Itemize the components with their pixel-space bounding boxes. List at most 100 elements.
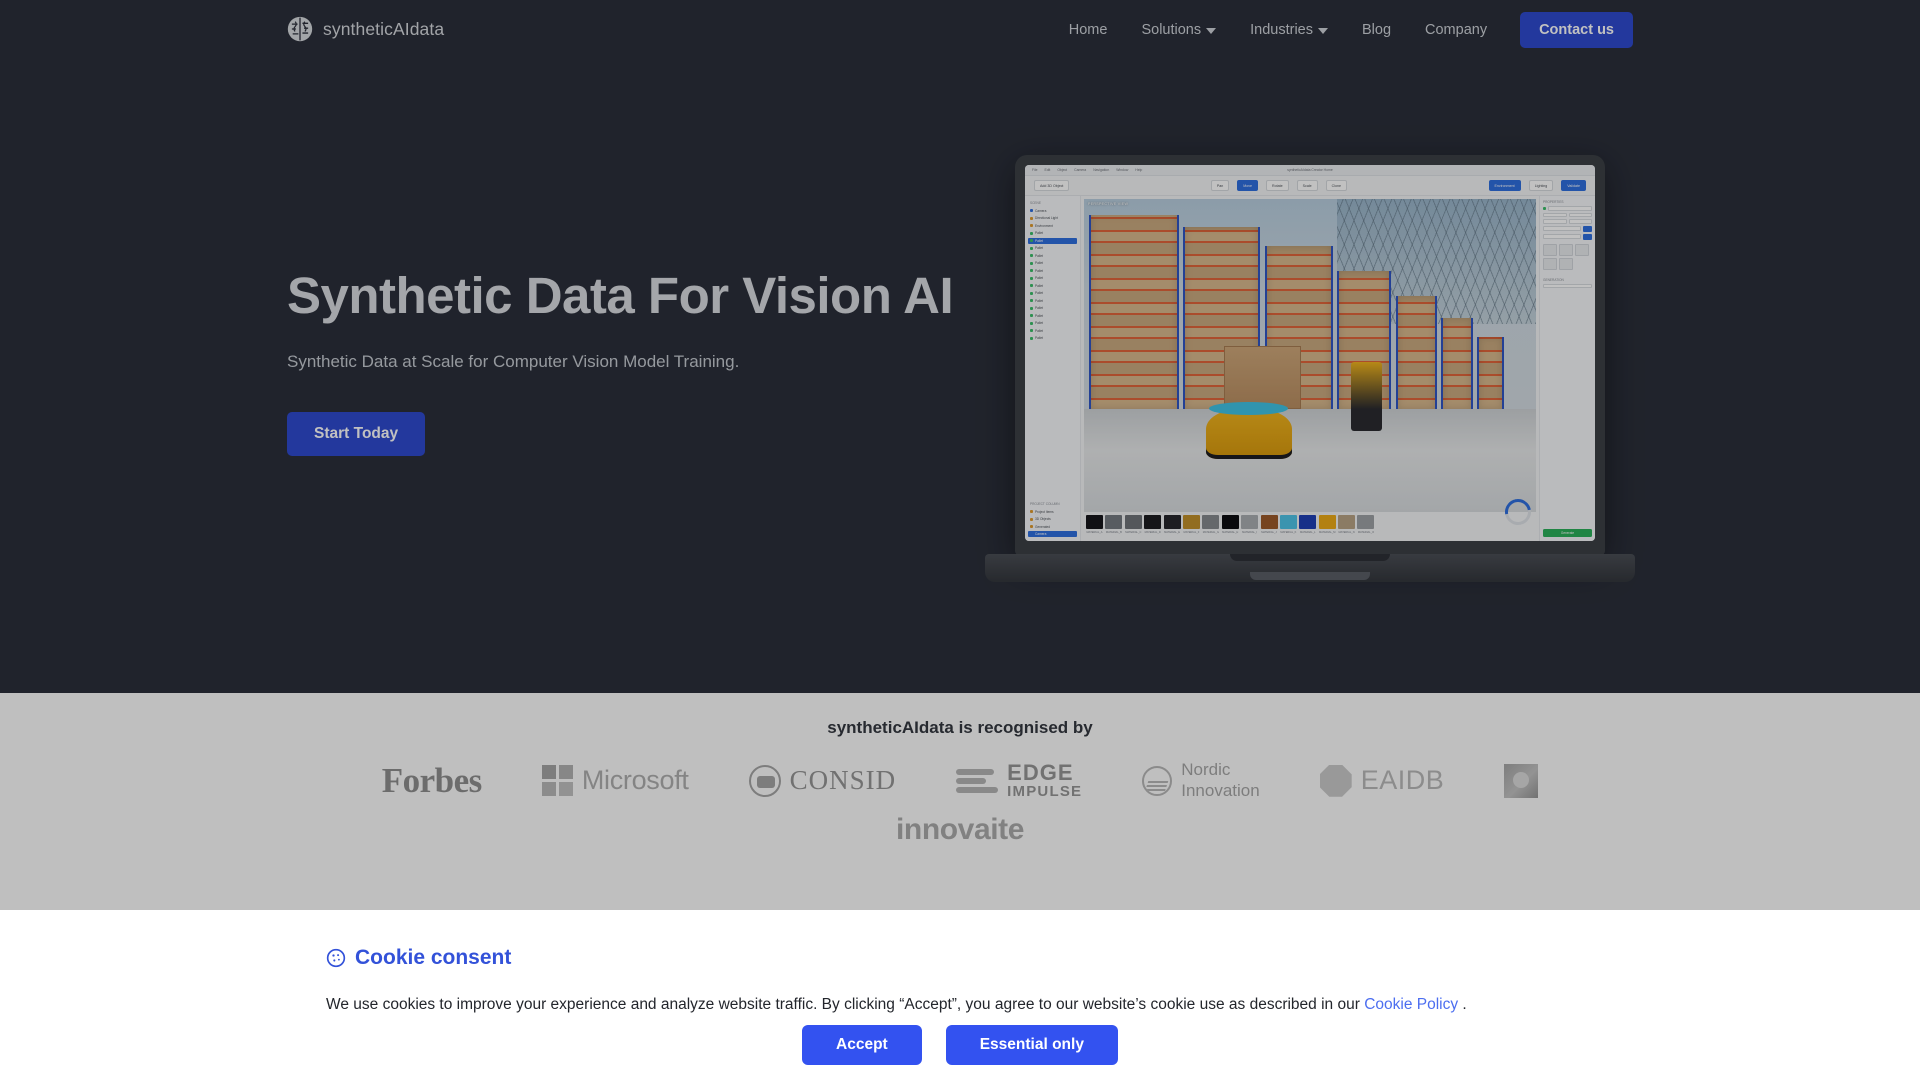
material-swatch[interactable]: MATERIAL_N (1338, 515, 1355, 534)
material-thumbnail[interactable] (1543, 244, 1557, 256)
scene-item[interactable]: Directional Light (1028, 215, 1077, 221)
toolbar-add-3d-object[interactable]: Add 3D Object (1034, 180, 1069, 191)
material-thumbnail[interactable] (1559, 258, 1573, 270)
toolbar-lighting[interactable]: Lighting (1529, 180, 1554, 191)
scene-item[interactable]: Pallet (1028, 335, 1077, 341)
project-item[interactable]: Generated (1028, 524, 1077, 530)
brand-logo[interactable]: syntheticAIdata (287, 12, 444, 46)
logo-eaidb[interactable]: EAIDB (1320, 765, 1445, 797)
property-apply-button[interactable] (1583, 226, 1592, 232)
project-item[interactable]: 3D Objects (1028, 516, 1077, 522)
property-value-field[interactable] (1569, 213, 1593, 218)
material-swatch[interactable]: MATERIAL_A (1086, 515, 1103, 534)
status-dot-icon (1030, 299, 1033, 302)
scene-item[interactable]: Pallet (1028, 230, 1077, 236)
cookie-policy-link[interactable]: Cookie Policy (1364, 996, 1458, 1013)
scene-item[interactable]: Pallet (1028, 245, 1077, 251)
logo-forbes[interactable]: Forbes (382, 761, 482, 801)
material-swatch-label: MATERIAL_F (1183, 531, 1200, 534)
property-row[interactable] (1543, 219, 1592, 224)
essential-only-button[interactable]: Essential only (946, 1025, 1118, 1065)
app-menu-navigation[interactable]: Navigation (1093, 168, 1109, 172)
property-row[interactable] (1543, 226, 1592, 232)
nav-item-solutions[interactable]: Solutions (1124, 14, 1233, 46)
property-row[interactable] (1543, 234, 1592, 240)
toolbar-validate[interactable]: Validate (1561, 180, 1586, 191)
material-swatch[interactable]: MATERIAL_E (1164, 515, 1181, 534)
logo-microsoft[interactable]: Microsoft (542, 765, 689, 796)
material-swatch[interactable]: MATERIAL_J (1261, 515, 1278, 534)
material-swatch[interactable]: MATERIAL_O (1357, 515, 1374, 534)
material-swatch[interactable]: MATERIAL_I (1241, 515, 1258, 534)
nav-item-home[interactable]: Home (1052, 14, 1125, 46)
toolbar-rotate[interactable]: Rotate (1266, 180, 1289, 191)
logo-nordic-innovation[interactable]: Nordic Innovation (1142, 760, 1259, 801)
nav-item-blog[interactable]: Blog (1345, 14, 1408, 46)
start-today-button[interactable]: Start Today (287, 412, 425, 456)
viewport-3d[interactable]: PERSPECTIVE VIEW (1084, 199, 1536, 512)
nav-item-industries[interactable]: Industries (1233, 14, 1345, 46)
material-swatch[interactable]: MATERIAL_K (1280, 515, 1297, 534)
scene-item[interactable]: Pallet (1028, 260, 1077, 266)
scene-item[interactable]: Pallet (1028, 268, 1077, 274)
material-swatch[interactable]: MATERIAL_D (1144, 515, 1161, 534)
app-menu-file[interactable]: File (1032, 168, 1037, 172)
scene-item[interactable]: Pallet (1028, 283, 1077, 289)
material-swatch[interactable]: MATERIAL_B (1105, 515, 1122, 534)
property-apply-button[interactable] (1583, 234, 1592, 240)
scene-item[interactable]: Pallet (1028, 320, 1077, 326)
scene-item[interactable]: Environment (1028, 223, 1077, 229)
app-menu-camera[interactable]: Camera (1074, 168, 1086, 172)
material-thumbnail[interactable] (1543, 258, 1557, 270)
generation-row[interactable] (1543, 284, 1592, 289)
contact-us-button[interactable]: Contact us (1520, 12, 1633, 48)
scene-item-selected[interactable]: Pallet (1028, 238, 1077, 244)
scene-item[interactable]: Pallet (1028, 313, 1077, 319)
app-menu-window[interactable]: Window (1116, 168, 1128, 172)
scene-item[interactable]: Pallet (1028, 253, 1077, 259)
property-value-field[interactable] (1569, 219, 1593, 224)
material-swatch[interactable]: MATERIAL_G (1202, 515, 1219, 534)
material-swatch[interactable]: MATERIAL_F (1183, 515, 1200, 534)
scene-item[interactable]: Pallet (1028, 290, 1077, 296)
app-menu-help[interactable]: Help (1135, 168, 1142, 172)
property-row[interactable] (1543, 206, 1592, 211)
material-swatch[interactable]: MATERIAL_C (1125, 515, 1142, 534)
scene-item[interactable]: Pallet (1028, 305, 1077, 311)
property-value-field[interactable] (1543, 213, 1567, 218)
scene-item[interactable]: Camera (1028, 208, 1077, 214)
toolbar-pan[interactable]: Pan (1211, 180, 1229, 191)
material-swatch[interactable]: MATERIAL_L (1299, 515, 1316, 534)
cookie-consent-text-tail: . (1462, 996, 1466, 1013)
project-item[interactable]: Project Items (1028, 509, 1077, 515)
property-row[interactable] (1543, 213, 1592, 218)
generate-button[interactable]: Generate (1543, 529, 1592, 537)
logo-edge-impulse[interactable]: EDGE IMPULSE (956, 762, 1082, 799)
property-value-field[interactable] (1543, 219, 1567, 224)
app-menu-edit[interactable]: Edit (1044, 168, 1050, 172)
toolbar-environment[interactable]: Environment (1489, 180, 1521, 191)
project-item-selected[interactable]: Camera (1028, 531, 1077, 537)
logo-portrait-badge[interactable] (1504, 764, 1538, 798)
accept-cookies-button[interactable]: Accept (802, 1025, 922, 1065)
status-dot-icon (1030, 217, 1033, 220)
scene-item[interactable]: Pallet (1028, 275, 1077, 281)
material-swatch[interactable]: MATERIAL_M (1319, 515, 1336, 534)
toolbar-clone[interactable]: Clone (1326, 180, 1347, 191)
material-thumbnail[interactable] (1575, 244, 1589, 256)
property-value-field[interactable] (1548, 206, 1592, 211)
chevron-down-icon (1206, 28, 1216, 34)
property-value-field[interactable] (1543, 226, 1581, 231)
app-menu-object[interactable]: Object (1057, 168, 1067, 172)
nav-item-company[interactable]: Company (1408, 14, 1504, 46)
scene-item[interactable]: Pallet (1028, 298, 1077, 304)
toolbar-scale[interactable]: Scale (1297, 180, 1318, 191)
property-value-field[interactable] (1543, 234, 1581, 239)
logo-consid[interactable]: CONSID (749, 765, 897, 797)
generation-count-field[interactable] (1543, 284, 1592, 289)
logo-innovaite[interactable]: innovaite (896, 813, 1024, 847)
scene-item[interactable]: Pallet (1028, 328, 1077, 334)
toolbar-move[interactable]: Move (1237, 180, 1258, 191)
material-swatch[interactable]: MATERIAL_H (1222, 515, 1239, 534)
material-thumbnail[interactable] (1559, 244, 1573, 256)
